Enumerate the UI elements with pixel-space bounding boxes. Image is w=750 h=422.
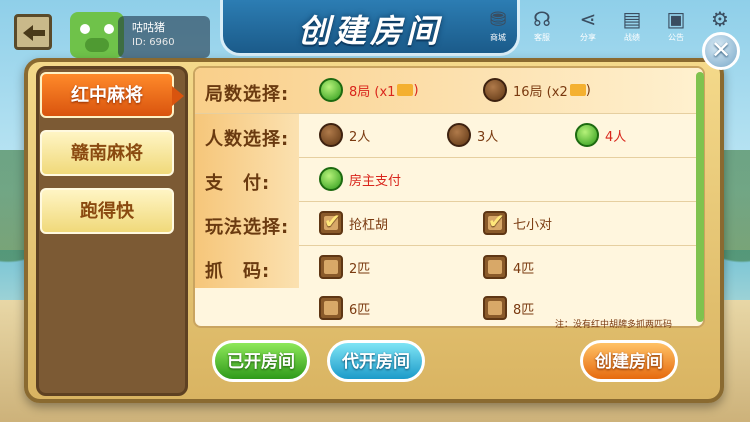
record-label: 战绩 [624, 33, 640, 42]
players-label: 人数选择: [205, 129, 290, 150]
shop-label: 商城 [490, 33, 506, 42]
checkbox-box [324, 301, 338, 315]
shop-icon: ⛃ [489, 7, 507, 31]
avatar-eye [80, 24, 90, 34]
checkbox-box [488, 260, 502, 274]
option-label: 七小对 [513, 217, 553, 233]
create-room-button[interactable]: 创建房间 [580, 340, 678, 382]
option-label: 2人 [349, 129, 371, 145]
share-icon: ⋖ [579, 7, 597, 31]
avatar-eye [104, 24, 114, 34]
rounds-label: 局数选择: [205, 84, 290, 105]
record-icon: ▤ [622, 7, 642, 31]
tab-label: 红中麻将 [71, 85, 143, 106]
close-icon: ✕ [710, 36, 732, 64]
pay-option-owner[interactable]: 房主支付 [319, 167, 401, 191]
checkbox-unchecked [483, 296, 507, 320]
user-name: 咕咕猪 [132, 21, 165, 34]
pay-label: 支 付: [205, 173, 271, 194]
checkbox-checked: ✔ [483, 209, 507, 235]
radio-unselected [483, 78, 507, 102]
catch-note: 注：没有红中胡牌多抓两匹码 [555, 320, 673, 330]
exit-icon [23, 25, 45, 41]
radio-selected [319, 167, 343, 191]
service-icon: ☊ [533, 7, 551, 31]
user-id: ID: 6960 [132, 37, 175, 48]
rounds-option-8[interactable]: 8局 (x1) [319, 78, 419, 102]
rules-row: 玩法选择: ✔ 抢杠胡 ✔ 七小对 [195, 202, 703, 246]
option-label: 3人 [477, 129, 499, 145]
option-label: 4匹 [513, 261, 535, 277]
radio-selected [319, 78, 343, 102]
page-title: 创建房间 [297, 12, 442, 50]
notice-icon: ▣ [666, 7, 686, 31]
option-paren: ) [413, 82, 419, 98]
close-button[interactable]: ✕ [702, 32, 740, 70]
radio-selected [575, 123, 599, 147]
players-option-4[interactable]: 4人 [575, 123, 626, 147]
share-label: 分享 [580, 33, 596, 42]
scrollbar-thumb[interactable] [696, 72, 704, 322]
catch-row: 抓 码: 2匹 4匹 6匹 8匹 [195, 246, 703, 326]
rules-label: 玩法选择: [205, 217, 290, 238]
catch-option-8[interactable]: 8匹 [483, 296, 534, 320]
shop-button[interactable]: ⛃ 商城 [482, 8, 514, 43]
record-button[interactable]: ▤ 战绩 [616, 8, 648, 43]
option-label: 8局 (x1 [349, 84, 396, 100]
tab-label: 跑得快 [80, 201, 134, 222]
radio-unselected [447, 123, 471, 147]
checkbox-unchecked [319, 255, 343, 279]
option-label: 16局 (x2 [513, 84, 568, 100]
rule-option-qixiaodui[interactable]: ✔ 七小对 [483, 209, 553, 235]
rounds-row: 局数选择: 8局 (x1) 16局 (x2) [195, 68, 703, 114]
exit-button[interactable] [14, 14, 52, 50]
catch-label: 抓 码: [205, 261, 271, 282]
checkbox-checked: ✔ [319, 209, 343, 235]
settings-button[interactable]: ⚙ [704, 8, 736, 30]
option-label: 2匹 [349, 261, 371, 277]
checkbox-box [324, 260, 338, 274]
service-button[interactable]: ☊ 客服 [526, 8, 558, 43]
catch-option-6[interactable]: 6匹 [319, 296, 370, 320]
option-label: 4人 [605, 129, 627, 145]
proxy-open-button[interactable]: 代开房间 [327, 340, 425, 382]
rule-option-qiangganghu[interactable]: ✔ 抢杠胡 [319, 209, 389, 235]
checkbox-unchecked [483, 255, 507, 279]
option-label: 抢杠胡 [349, 217, 389, 233]
service-label: 客服 [534, 33, 550, 42]
players-option-2[interactable]: 2人 [319, 123, 370, 147]
catch-option-2[interactable]: 2匹 [319, 255, 370, 279]
avatar[interactable] [70, 12, 124, 58]
tab-hongzhong-mahjong[interactable]: 红中麻将 [40, 72, 184, 118]
room-card-icon [569, 84, 586, 96]
check-icon: ✔ [488, 209, 505, 233]
top-bar: 咕咕猪 ID: 6960 创建房间 ⛃ 商城 ☊ 客服 ⋖ 分享 ▤ 战绩 ▣ … [0, 0, 750, 62]
option-label: 房主支付 [349, 173, 402, 189]
checkbox-unchecked [319, 296, 343, 320]
tab-paodekuai[interactable]: 跑得快 [40, 188, 174, 234]
option-label: 8匹 [513, 302, 535, 318]
option-label: 6匹 [349, 302, 371, 318]
notice-label: 公告 [668, 33, 684, 42]
share-button[interactable]: ⋖ 分享 [572, 8, 604, 43]
tab-gannan-mahjong[interactable]: 赣南麻将 [40, 130, 174, 176]
pay-row: 支 付: 房主支付 [195, 158, 703, 202]
check-icon: ✔ [324, 209, 341, 233]
checkbox-box [488, 301, 502, 315]
notice-button[interactable]: ▣ 公告 [660, 8, 692, 43]
players-option-3[interactable]: 3人 [447, 123, 498, 147]
opened-rooms-button[interactable]: 已开房间 [212, 340, 310, 382]
radio-unselected [319, 123, 343, 147]
room-card-icon [397, 84, 414, 96]
avatar-snout [85, 38, 109, 52]
players-row: 人数选择: 2人 3人 4人 [195, 114, 703, 158]
tab-label: 赣南麻将 [71, 143, 143, 164]
catch-option-4[interactable]: 4匹 [483, 255, 534, 279]
room-options-panel: 局数选择: 8局 (x1) 16局 (x2) 人数选择: 2人 3人 4人 支 … [193, 66, 705, 328]
gear-icon: ⚙ [711, 7, 729, 31]
option-paren: ) [585, 82, 591, 98]
active-tab-arrow [172, 86, 184, 106]
rounds-option-16[interactable]: 16局 (x2) [483, 78, 591, 102]
